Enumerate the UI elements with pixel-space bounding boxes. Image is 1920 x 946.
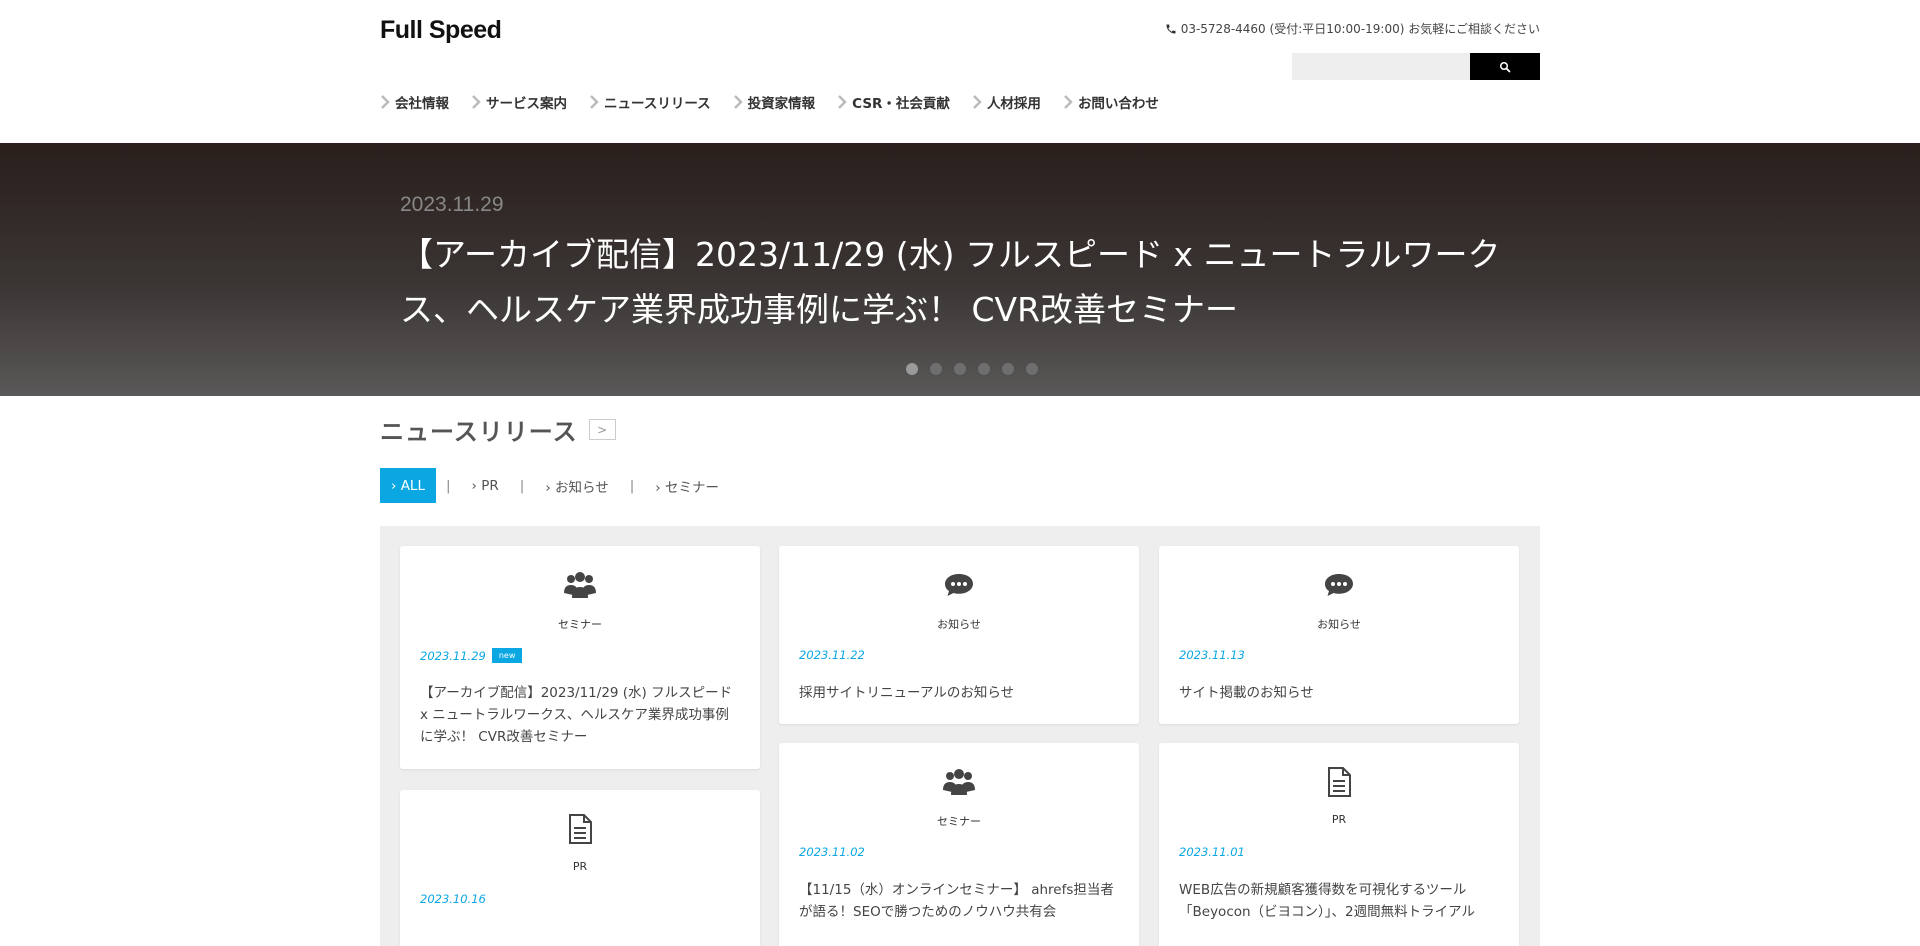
- card-date: 2023.11.29: [420, 648, 486, 663]
- hero-slider[interactable]: 2023.11.29 【アーカイブ配信】2023/11/29 (水) フルスピー…: [0, 143, 1920, 396]
- filter-separator: |: [519, 477, 525, 494]
- news-card[interactable]: セミナー 2023.11.29 new 【アーカイブ配信】2023/11/29 (水)…: [400, 546, 760, 769]
- chevron-right-icon: >: [597, 422, 608, 437]
- card-date: 2023.11.02: [799, 845, 865, 859]
- chevron-right-icon: [1063, 95, 1073, 109]
- hero-title[interactable]: 【アーカイブ配信】2023/11/29 (水) フルスピード x ニュートラルワ…: [400, 227, 1530, 337]
- chevron-right-icon: [380, 95, 390, 109]
- nav-item-label: お問い合わせ: [1077, 96, 1159, 112]
- news-card[interactable]: お知らせ 2023.11.13 サイト掲載のお知らせ: [1159, 546, 1519, 724]
- users-icon: [564, 570, 596, 600]
- card-title[interactable]: 【11/15（水）オンラインセミナー】 ahrefs担当者が語る！SEOで勝つた…: [799, 879, 1119, 923]
- card-title[interactable]: 採用サイトリニューアルのお知らせ: [799, 682, 1119, 704]
- card-category: PR: [572, 860, 588, 873]
- contact-info: 03-5728-4460 (受付:平日10:00-19:00) お気軽にご相談く…: [1165, 20, 1540, 37]
- nav-item[interactable]: CSR・社会貢献: [837, 92, 950, 112]
- hero-date: 2023.11.29: [400, 193, 504, 216]
- filter-tab[interactable]: › お知らせ: [534, 468, 619, 503]
- slider-dots: [0, 363, 1920, 375]
- document-icon: [1323, 767, 1355, 797]
- card-date: 2023.11.22: [799, 648, 865, 662]
- slider-dot[interactable]: [906, 363, 918, 375]
- nav-item-label: 人材採用: [986, 96, 1041, 112]
- chevron-right-icon: [837, 95, 847, 109]
- card-date-row: 2023.11.29 new: [420, 648, 523, 663]
- slider-dot[interactable]: [1026, 363, 1038, 375]
- new-badge: new: [491, 648, 523, 663]
- chevron-right-icon: [733, 95, 743, 109]
- card-date: 2023.11.13: [1179, 648, 1245, 662]
- search-form: [1292, 53, 1540, 80]
- nav-item-label: サービス案内: [486, 96, 567, 112]
- card-category: お知らせ: [937, 618, 981, 631]
- chat-icon: [1323, 570, 1355, 600]
- nav-item-label: 会社情報: [395, 96, 449, 112]
- card-date-row: 2023.11.02: [799, 845, 865, 859]
- news-card-grid: セミナー 2023.11.29 new 【アーカイブ配信】2023/11/29 (水)…: [380, 526, 1540, 946]
- chevron-right-icon: [972, 95, 982, 109]
- nav-item[interactable]: お問い合わせ: [1063, 92, 1159, 112]
- nav-item-label: ニュースリリース: [604, 96, 711, 112]
- news-card[interactable]: お知らせ 2023.11.22 採用サイトリニューアルのお知らせ: [779, 546, 1139, 724]
- filter-tab[interactable]: › セミナー: [644, 468, 730, 503]
- users-icon: [943, 767, 975, 797]
- card-category: PR: [1331, 813, 1347, 826]
- card-title[interactable]: サイト掲載のお知らせ: [1179, 682, 1499, 704]
- slider-dot[interactable]: [978, 363, 990, 375]
- card-date-row: 2023.11.13: [1179, 648, 1245, 662]
- news-filter-tabs: › ALL | › PR | › お知らせ | › セミナー: [380, 468, 1540, 503]
- filter-separator: |: [445, 477, 451, 494]
- contact-text: 03-5728-4460 (受付:平日10:00-19:00) お気軽にご相談く…: [1180, 22, 1540, 36]
- chat-icon: [943, 570, 975, 600]
- news-card[interactable]: セミナー 2023.11.02 【11/15（水）オンラインセミナー】 ahrefs…: [779, 743, 1139, 946]
- filter-tab[interactable]: › PR: [461, 468, 510, 503]
- nav-item-label: 投資家情報: [747, 96, 816, 112]
- news-card[interactable]: PR 2023.11.01 WEB広告の新規顧客獲得数を可視化するツール「Beyoc…: [1159, 743, 1519, 946]
- document-icon: [564, 814, 596, 844]
- card-date: 2023.11.01: [1179, 845, 1245, 859]
- nav-item[interactable]: ニュースリリース: [589, 92, 711, 112]
- card-category: お知らせ: [1317, 618, 1361, 631]
- chevron-right-icon: [471, 95, 481, 109]
- slider-dot[interactable]: [954, 363, 966, 375]
- filter-tab[interactable]: › ALL: [380, 468, 436, 503]
- card-title[interactable]: WEB広告の新規顧客獲得数を可視化するツール「Beyocon（ビヨコン）」、2週…: [1179, 879, 1499, 923]
- card-date-row: 2023.11.01: [1179, 845, 1245, 859]
- card-title[interactable]: 【アーカイブ配信】2023/11/29 (水) フルスピード x ニュートラルワ…: [420, 682, 740, 748]
- news-more-button[interactable]: >: [588, 419, 616, 440]
- nav-item-label: CSR・社会貢献: [852, 96, 950, 112]
- slider-dot[interactable]: [930, 363, 942, 375]
- card-category: セミナー: [558, 618, 602, 631]
- site-logo[interactable]: Full Speed: [380, 16, 502, 45]
- search-input[interactable]: [1292, 53, 1470, 80]
- site-header: Full Speed 03-5728-4460 (受付:平日10:00-19:0…: [0, 0, 1920, 143]
- news-section-title: ニュースリリース: [380, 418, 578, 446]
- card-date-row: 2023.11.22: [799, 648, 865, 662]
- card-date: 2023.10.16: [420, 892, 486, 906]
- filter-separator: |: [629, 477, 635, 494]
- search-button[interactable]: [1470, 53, 1540, 80]
- card-date-row: 2023.10.16: [420, 892, 486, 906]
- slider-dot[interactable]: [1002, 363, 1014, 375]
- search-icon: [1500, 61, 1511, 72]
- news-header: ニュースリリース >: [380, 412, 1540, 447]
- nav-item[interactable]: 人材採用: [972, 92, 1041, 112]
- nav-item[interactable]: サービス案内: [471, 92, 567, 112]
- phone-icon: [1166, 24, 1176, 33]
- nav-item[interactable]: 会社情報: [380, 92, 449, 112]
- card-category: セミナー: [937, 815, 981, 828]
- nav-item[interactable]: 投資家情報: [733, 92, 816, 112]
- hero-slide[interactable]: 2023.11.29 【アーカイブ配信】2023/11/29 (水) フルスピー…: [400, 193, 1530, 337]
- chevron-right-icon: [589, 95, 599, 109]
- main-nav: 会社情報 サービス案内 ニュースリリース 投資家情報 CSR・社会貢献 人材採用 お問い合わ…: [380, 92, 1181, 112]
